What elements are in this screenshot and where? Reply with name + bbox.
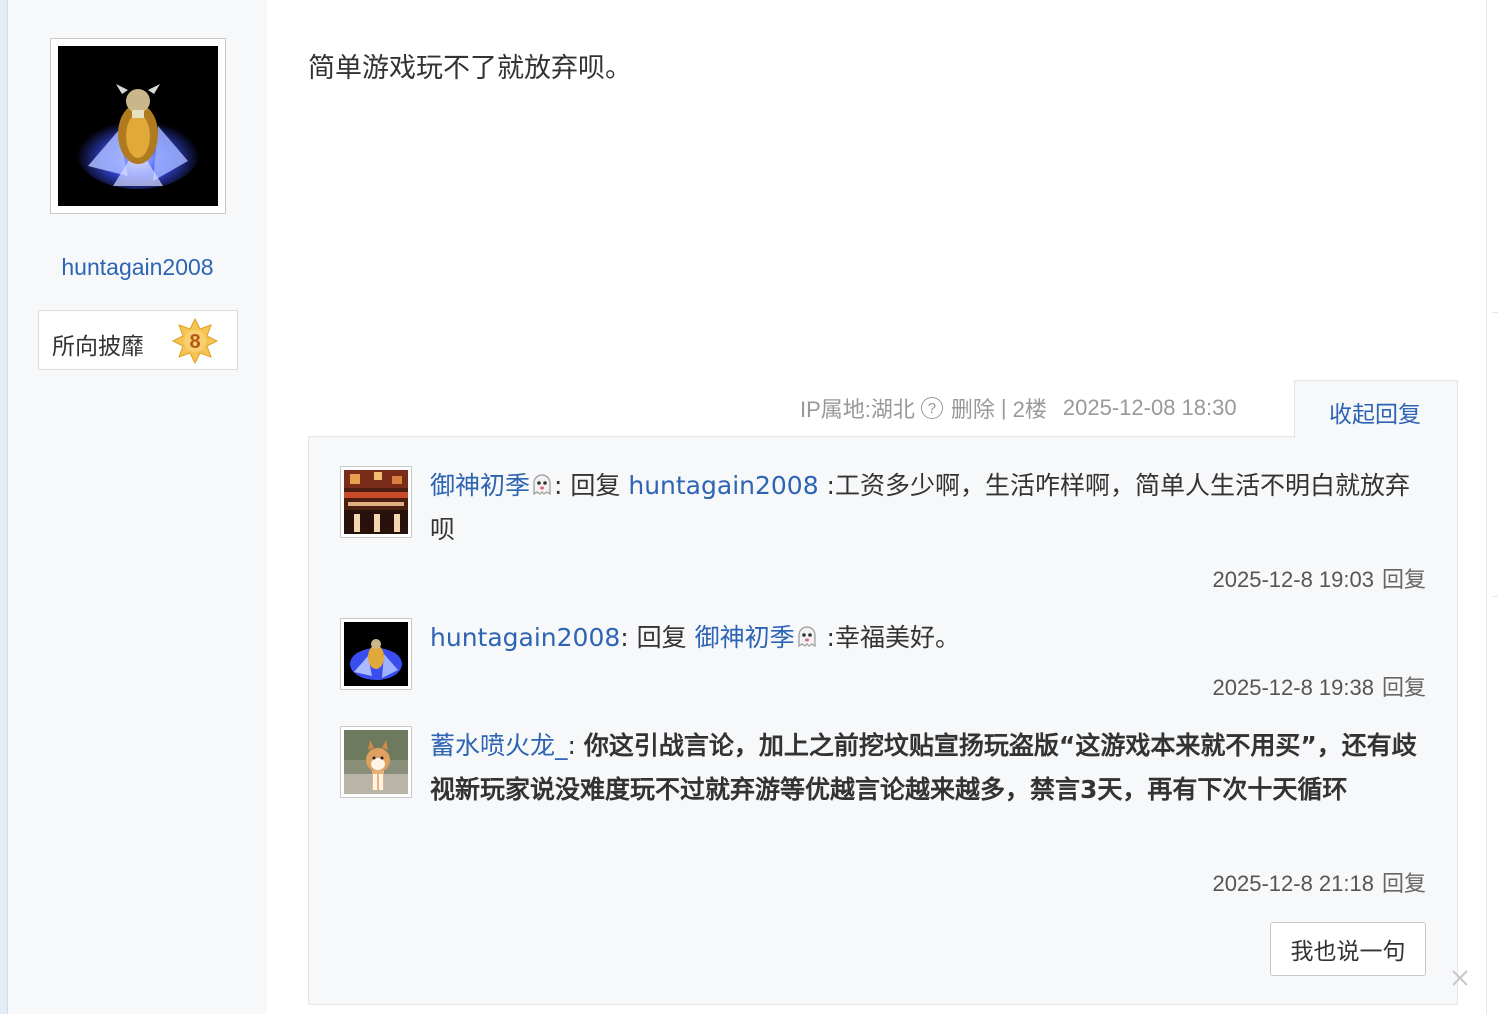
reply-target-username[interactable]: 御神初季 [695, 623, 795, 652]
reply-button[interactable]: 回复 [1382, 568, 1426, 593]
question-circle-icon[interactable]: ? [920, 397, 943, 419]
reply-username[interactable]: 蓄水喷火龙_ [430, 731, 568, 760]
user-level-badge[interactable]: 所向披靡 8 [38, 310, 238, 370]
reply-meta: 2025-12-8 19:03 回复 [1213, 562, 1426, 594]
collapse-replies-tab[interactable]: 收起回复 [1294, 380, 1458, 438]
reply-prefix: : 回复 [620, 623, 695, 652]
right-divider [1492, 312, 1498, 313]
badge-title: 所向披靡 [52, 334, 144, 360]
author-avatar[interactable] [50, 38, 226, 214]
ip-location: IP属地:湖北 [800, 397, 915, 422]
reply-item: 御神初季: 回复 huntagain2008 :工资多少啊，生活咋样啊，简单人生… [430, 464, 1425, 552]
reply-prefix: : 回复 [554, 471, 629, 500]
reply-time: 2025-12-8 19:03 [1212, 567, 1374, 592]
delete-link[interactable]: 删除 [951, 392, 995, 424]
close-icon[interactable] [1448, 966, 1472, 990]
reply-avatar[interactable] [340, 466, 412, 538]
ghost-emoji-icon [798, 626, 816, 648]
write-reply-button[interactable]: 我也说一句 [1270, 922, 1426, 976]
page-left-border [0, 0, 8, 1014]
avatar-image [344, 730, 408, 794]
reply-meta: 2025-12-8 21:18 回复 [1213, 866, 1426, 898]
reply-meta: 2025-12-8 19:38 回复 [1213, 670, 1426, 702]
reply-avatar[interactable] [340, 618, 412, 690]
avatar-image [344, 622, 408, 686]
reply-item: huntagain2008: 回复 御神初季 :幸福美好。 [430, 616, 1430, 660]
star-badge-icon: 8 [171, 317, 219, 365]
post-tail: IP属地:湖北 ? 删除 | 2楼 2025-12-08 18:30 [800, 392, 1237, 424]
reply-username[interactable]: 御神初季 [430, 471, 530, 500]
page-right-border [1486, 0, 1487, 1014]
floor-number: 2楼 [1012, 397, 1047, 422]
badge-level-number: 8 [189, 331, 200, 353]
reply-time: 2025-12-8 21:18 [1212, 871, 1374, 896]
right-divider [1492, 596, 1498, 597]
tail-separator: | [1000, 395, 1007, 420]
ghost-emoji-icon [533, 474, 551, 496]
reply-target-username[interactable]: huntagain2008 [628, 471, 818, 500]
author-username-link[interactable]: huntagain2008 [8, 254, 267, 281]
collapse-replies-label[interactable]: 收起回复 [1329, 395, 1421, 429]
avatar-image [58, 46, 218, 206]
post-datetime: 2025-12-08 18:30 [1062, 395, 1237, 420]
reply-time: 2025-12-8 19:38 [1212, 675, 1374, 700]
reply-button[interactable]: 回复 [1382, 676, 1426, 701]
reply-item: 蓄水喷火龙_: 你这引战言论，加上之前挖坟贴宣扬玩盗版“这游戏本来就不用买”，还… [430, 724, 1426, 812]
post-content: 简单游戏玩不了就放弃呗。 [308, 53, 632, 84]
reply-button[interactable]: 回复 [1382, 872, 1426, 897]
reply-body: :幸福美好。 [818, 623, 960, 652]
avatar-image [344, 470, 408, 534]
reply-prefix: : [567, 731, 584, 760]
reply-username[interactable]: huntagain2008 [430, 623, 620, 652]
reply-avatar[interactable] [340, 726, 412, 798]
